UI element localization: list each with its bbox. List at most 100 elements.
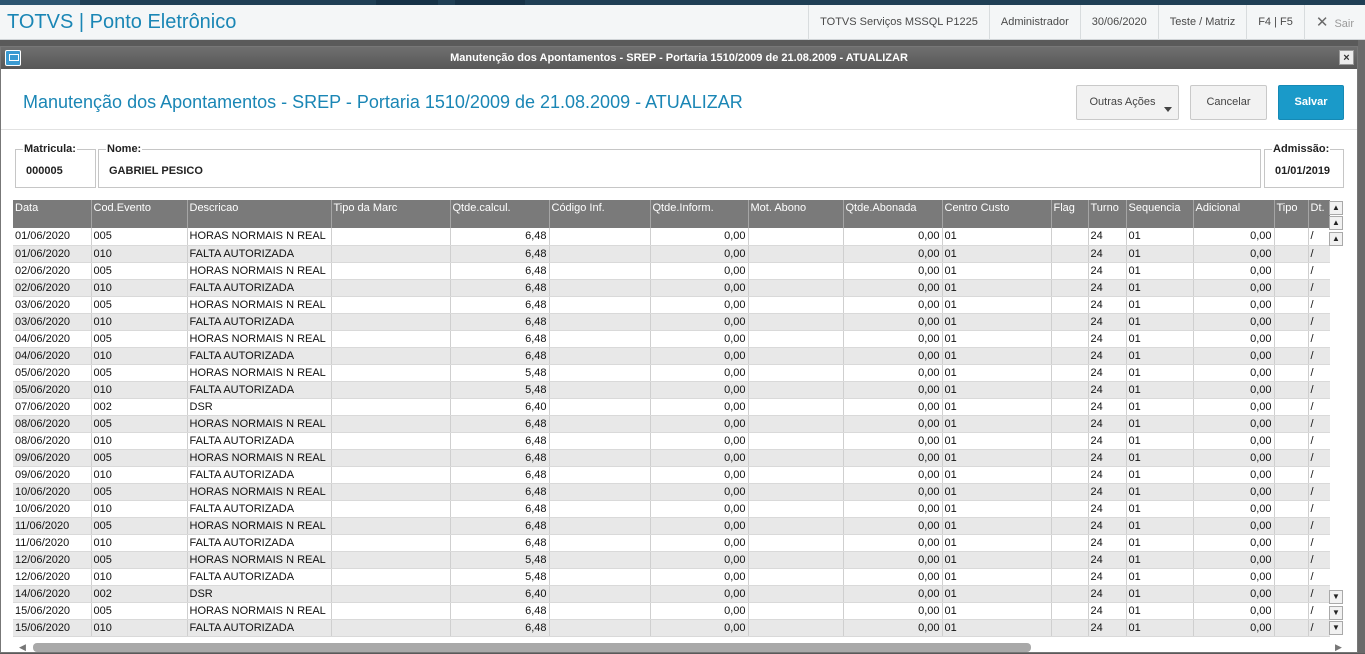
table-cell[interactable]: 0,00	[1193, 228, 1275, 246]
table-cell[interactable]	[549, 381, 651, 399]
table-cell[interactable]: 0,00	[1193, 466, 1275, 484]
table-cell[interactable]: 24	[1088, 466, 1127, 484]
table-row[interactable]: 14/06/2020 002 DSR 6,40 0,00 0,00 01 24 01 0,00/	[13, 585, 1330, 603]
table-cell[interactable]: 6,48	[450, 449, 550, 467]
table-cell[interactable]: FALTA AUTORIZADA	[187, 381, 332, 399]
table-cell[interactable]	[748, 466, 844, 484]
table-cell[interactable]	[1274, 432, 1309, 450]
table-cell[interactable]: 14/06/2020	[13, 585, 92, 603]
table-cell[interactable]: 24	[1088, 449, 1127, 467]
table-cell[interactable]	[1051, 415, 1089, 433]
table-cell[interactable]: 03/06/2020	[13, 296, 92, 314]
table-cell[interactable]: /	[1308, 296, 1330, 314]
table-cell[interactable]	[748, 517, 844, 535]
arrow-up-icon[interactable]: ▲	[1329, 232, 1343, 246]
table-cell[interactable]: 0,00	[843, 279, 943, 297]
column-header[interactable]: Centro Custo	[942, 200, 1052, 228]
table-cell[interactable]: 01	[1126, 517, 1194, 535]
table-cell[interactable]: 0,00	[650, 619, 749, 637]
table-cell[interactable]: 5,48	[450, 568, 550, 586]
table-cell[interactable]: 01	[1126, 602, 1194, 620]
table-row[interactable]: 15/06/2020 010 FALTA AUTORIZADA 6,48 0,00 0,0…	[13, 619, 1330, 637]
table-cell[interactable]: 0,00	[843, 568, 943, 586]
table-row[interactable]: 03/06/2020 010 FALTA AUTORIZADA 6,48 0,00 0,0…	[13, 313, 1330, 331]
table-cell[interactable]: 01	[942, 313, 1052, 331]
table-cell[interactable]: HORAS NORMAIS N REAL	[187, 483, 332, 501]
table-cell[interactable]: 10/06/2020	[13, 483, 92, 501]
table-cell[interactable]	[549, 262, 651, 280]
table-cell[interactable]: 0,00	[650, 296, 749, 314]
table-cell[interactable]	[1274, 568, 1309, 586]
table-cell[interactable]: 01	[1126, 381, 1194, 399]
table-cell[interactable]: 01/06/2020	[13, 228, 92, 246]
table-cell[interactable]	[331, 330, 451, 348]
table-cell[interactable]	[331, 500, 451, 518]
table-cell[interactable]	[331, 279, 451, 297]
table-cell[interactable]	[549, 245, 651, 263]
table-cell[interactable]	[748, 449, 844, 467]
table-cell[interactable]: 0,00	[650, 602, 749, 620]
table-cell[interactable]: 01	[1126, 585, 1194, 603]
table-cell[interactable]: 24	[1088, 347, 1127, 365]
table-cell[interactable]	[331, 551, 451, 569]
table-cell[interactable]: 01	[1126, 551, 1194, 569]
table-cell[interactable]: 10/06/2020	[13, 500, 92, 518]
table-cell[interactable]: 6,40	[450, 398, 550, 416]
table-cell[interactable]: 01	[942, 228, 1052, 246]
table-cell[interactable]	[331, 534, 451, 552]
table-cell[interactable]	[748, 262, 844, 280]
table-cell[interactable]: 005	[91, 296, 188, 314]
table-cell[interactable]: 01	[1126, 534, 1194, 552]
table-cell[interactable]: 09/06/2020	[13, 466, 92, 484]
table-cell[interactable]: 0,00	[843, 449, 943, 467]
table-cell[interactable]: HORAS NORMAIS N REAL	[187, 330, 332, 348]
table-cell[interactable]	[1274, 466, 1309, 484]
table-cell[interactable]	[1274, 415, 1309, 433]
table-cell[interactable]	[331, 483, 451, 501]
table-row[interactable]: 05/06/2020 010 FALTA AUTORIZADA 5,48 0,00 0,0…	[13, 381, 1330, 399]
table-cell[interactable]	[1051, 398, 1089, 416]
table-cell[interactable]	[748, 500, 844, 518]
table-cell[interactable]: /	[1308, 381, 1330, 399]
table-cell[interactable]	[1274, 619, 1309, 637]
table-cell[interactable]: 0,00	[1193, 330, 1275, 348]
table-cell[interactable]: FALTA AUTORIZADA	[187, 245, 332, 263]
table-cell[interactable]: 010	[91, 500, 188, 518]
table-cell[interactable]	[1274, 381, 1309, 399]
table-cell[interactable]	[549, 364, 651, 382]
table-cell[interactable]	[549, 279, 651, 297]
table-cell[interactable]: 0,00	[843, 262, 943, 280]
column-header[interactable]: Turno	[1088, 200, 1127, 228]
table-cell[interactable]: 0,00	[1193, 585, 1275, 603]
table-cell[interactable]: 01	[942, 262, 1052, 280]
arrow-down-icon[interactable]: ▼	[1329, 590, 1343, 604]
table-cell[interactable]: 24	[1088, 415, 1127, 433]
table-cell[interactable]	[748, 432, 844, 450]
table-cell[interactable]: 0,00	[1193, 296, 1275, 314]
table-cell[interactable]: FALTA AUTORIZADA	[187, 279, 332, 297]
table-cell[interactable]	[1051, 619, 1089, 637]
table-row[interactable]: 10/06/2020 010 FALTA AUTORIZADA 6,48 0,00 0,0…	[13, 500, 1330, 518]
table-cell[interactable]: 01	[942, 279, 1052, 297]
table-cell[interactable]	[1051, 313, 1089, 331]
table-cell[interactable]: 01	[1126, 347, 1194, 365]
table-cell[interactable]	[1051, 432, 1089, 450]
column-header[interactable]: Tipo	[1274, 200, 1309, 228]
table-cell[interactable]: 0,00	[843, 347, 943, 365]
table-row[interactable]: 04/06/2020 005 HORAS NORMAIS N REAL 6,48 0,0…	[13, 330, 1330, 348]
column-header[interactable]: Qtde.Inform.	[650, 200, 749, 228]
table-cell[interactable]: 5,48	[450, 381, 550, 399]
table-cell[interactable]: 6,48	[450, 262, 550, 280]
table-cell[interactable]: 0,00	[650, 364, 749, 382]
table-cell[interactable]	[1274, 449, 1309, 467]
shortcut-keys[interactable]: F4 | F5	[1246, 5, 1304, 40]
table-cell[interactable]	[1051, 449, 1089, 467]
table-cell[interactable]	[1051, 517, 1089, 535]
table-cell[interactable]	[331, 619, 451, 637]
table-cell[interactable]: /	[1308, 330, 1330, 348]
table-cell[interactable]: 12/06/2020	[13, 568, 92, 586]
table-cell[interactable]: 01	[942, 381, 1052, 399]
table-cell[interactable]: HORAS NORMAIS N REAL	[187, 262, 332, 280]
column-header[interactable]: Qtde.calcul.	[450, 200, 550, 228]
table-cell[interactable]: 0,00	[843, 585, 943, 603]
